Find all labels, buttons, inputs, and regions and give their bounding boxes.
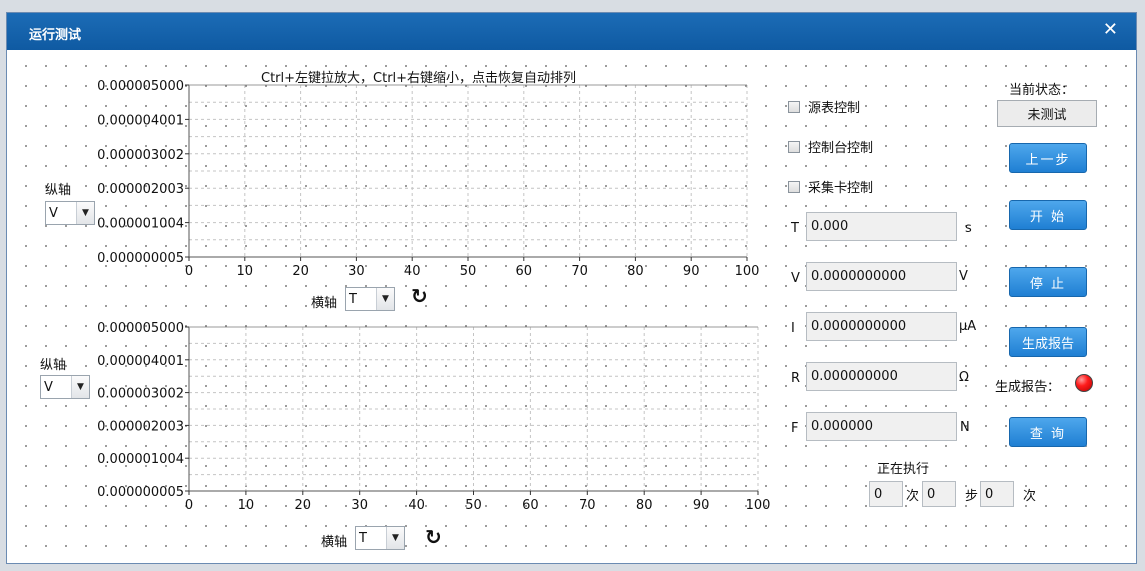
field-i-unit: μA <box>959 319 977 334</box>
exec-step-suffix: 步 <box>965 489 979 504</box>
report-status-led-icon <box>1075 374 1093 392</box>
y-tick-label: 0.000002003 <box>97 419 184 434</box>
checkbox-box <box>788 180 800 193</box>
x-tick-label: 20 <box>295 498 312 513</box>
y-tick-label: 0.000003002 <box>97 387 184 402</box>
x-tick-label: 40 <box>408 498 425 513</box>
close-icon[interactable]: ✕ <box>1103 19 1118 40</box>
y-tick-label: 0.000000005 <box>97 485 184 500</box>
field-v-unit: V <box>959 269 968 284</box>
field-v-label: V <box>791 271 800 286</box>
field-i-label: I <box>791 321 795 336</box>
x-tick-label: 10 <box>238 498 255 513</box>
x-tick-label: 50 <box>465 498 482 513</box>
generate-report-button[interactable]: 生成报告 <box>1009 327 1087 357</box>
executing-label: 正在执行 <box>877 462 930 477</box>
field-t-value: 0.000 <box>806 212 957 241</box>
start-button[interactable]: 开 始 <box>1009 200 1087 230</box>
field-t-label: T <box>791 221 799 236</box>
field-f-unit: N <box>960 420 970 435</box>
y-tick-label: 0.000004001 <box>97 354 184 369</box>
exec-step-field: 0 <box>922 481 956 507</box>
field-v-value: 0.0000000000 <box>806 262 957 291</box>
field-r-unit: Ω <box>959 370 969 385</box>
checkbox-source-meter[interactable]: 源表控制 <box>788 97 860 116</box>
current-state-value: 未测试 <box>997 100 1097 127</box>
query-button[interactable]: 查 询 <box>1009 417 1087 447</box>
field-f-label: F <box>791 421 799 436</box>
plot2-refresh-icon[interactable]: ↻ <box>425 525 442 549</box>
checkbox-box <box>788 100 800 113</box>
field-r-label: R <box>791 371 801 386</box>
field-t-unit: s <box>965 221 972 236</box>
exec-repeat-suffix: 次 <box>1023 489 1037 504</box>
checkbox-label: 采集卡控制 <box>808 181 874 196</box>
y-tick-label: 0.000001004 <box>97 452 184 467</box>
field-f-value: 0.000000 <box>806 412 957 441</box>
exec-count-field: 0 <box>869 481 903 507</box>
checkbox-label: 控制台控制 <box>808 141 874 156</box>
checkbox-console[interactable]: 控制台控制 <box>788 137 873 156</box>
x-tick-label: 90 <box>693 498 710 513</box>
plot2-x-axis-label: 横轴 <box>321 535 348 550</box>
prev-step-button[interactable]: 上一步 <box>1009 143 1087 173</box>
plot2-svg: 0.000005000 0.000004001 0.000003002 0.00000… <box>97 321 771 513</box>
current-state-label: 当前状态： <box>1009 83 1075 98</box>
checkbox-label: 源表控制 <box>808 101 861 116</box>
x-tick-label: 60 <box>522 498 539 513</box>
x-tick-label: 30 <box>351 498 368 513</box>
run-test-window: 运行测试 ✕ Ctrl+左键拉放大，Ctrl+右键缩小，点击恢复自动排列 纵轴 … <box>6 12 1137 564</box>
checkbox-box <box>788 140 800 153</box>
y-tick-label: 0.000005000 <box>97 321 184 336</box>
plot2-x-axis-select[interactable]: T ▼ <box>355 526 405 550</box>
chevron-down-icon: ▼ <box>386 527 404 549</box>
field-i-value: 0.0000000000 <box>806 312 957 341</box>
plot2-x-axis-select-value: T <box>359 530 367 546</box>
exec-count-suffix: 次 <box>906 489 920 504</box>
x-tick-label: 0 <box>185 498 193 513</box>
exec-repeat-field: 0 <box>980 481 1014 507</box>
x-tick-label: 70 <box>579 498 596 513</box>
checkbox-daq-card[interactable]: 采集卡控制 <box>788 177 873 196</box>
stop-button[interactable]: 停 止 <box>1009 267 1087 297</box>
x-tick-label: 80 <box>636 498 653 513</box>
field-r-value: 0.000000000 <box>806 362 957 391</box>
x-tick-label: 100 <box>746 498 771 513</box>
report-status-label: 生成报告： <box>995 380 1061 395</box>
